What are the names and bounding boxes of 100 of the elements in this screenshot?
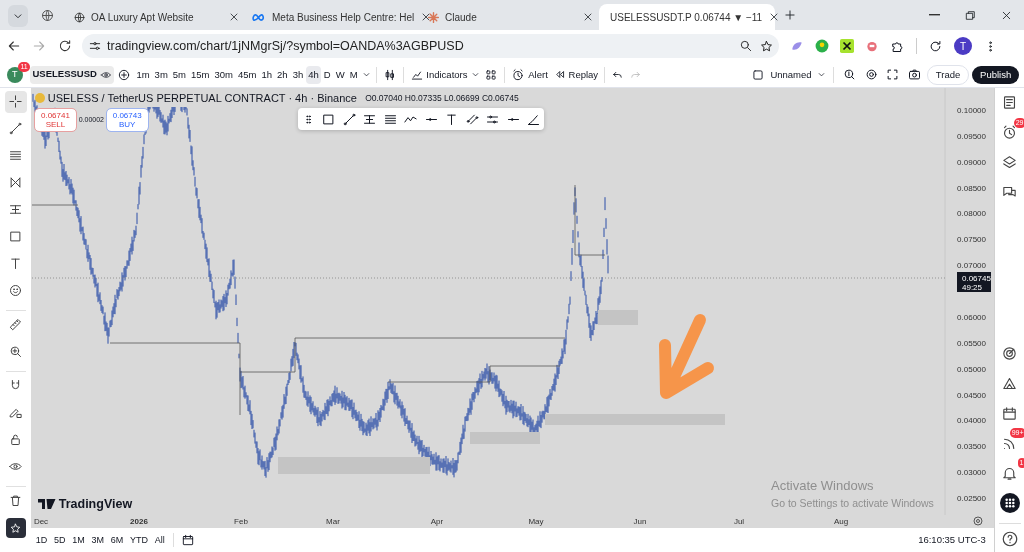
interval-button[interactable]: W	[333, 65, 347, 84]
clock-text[interactable]: 16:10:35 UTC-3	[918, 532, 986, 548]
smiley-icon	[8, 283, 23, 299]
text-tool-icon	[8, 256, 23, 272]
cross-icon[interactable]	[840, 39, 854, 53]
interval-button[interactable]: 1m	[134, 65, 152, 84]
settings-icon[interactable]	[973, 516, 983, 526]
publish-button[interactable]: Publish	[972, 65, 1020, 84]
price-label: 0.07000	[957, 261, 986, 271]
browser-tab[interactable]: USELESSUSDT.P 0.06744 ▼ −11	[599, 4, 775, 30]
globe-icon	[72, 10, 86, 24]
profile-avatar[interactable]: T	[954, 37, 972, 55]
grid-icon	[484, 67, 499, 82]
channel-icon[interactable]	[464, 111, 480, 127]
price-label: 0.04000	[957, 416, 986, 426]
price-label: 0.08500	[957, 183, 986, 193]
rectangle-icon[interactable]	[321, 111, 337, 127]
indicators-button[interactable]: Indicators	[407, 65, 470, 84]
help-icon	[1000, 530, 1019, 548]
layout-icon	[750, 67, 765, 82]
time-label: Feb	[234, 517, 248, 526]
buy-button[interactable]: 0.06743 BUY	[106, 109, 148, 132]
price-label: 0.06000	[957, 312, 986, 322]
star-icon	[9, 521, 22, 535]
refresh-icon[interactable]	[928, 38, 943, 54]
price-label: 0.05000	[957, 364, 986, 374]
time-label: Aug	[833, 517, 849, 526]
price-tag	[957, 272, 991, 292]
current-price: 0.06745	[962, 274, 991, 283]
interval-button[interactable]: 45m	[236, 65, 259, 84]
range-button[interactable]: 1M	[70, 531, 87, 549]
site-settings-icon	[87, 39, 102, 53]
interval-button[interactable]: 3m	[152, 65, 170, 84]
address-bar[interactable]: tradingview.com/chart/1jNMgrSj/?symbol=OANDA%3AGBPUSD	[82, 34, 779, 58]
price-label: 0.07500	[957, 235, 986, 245]
price-label: 0.08000	[957, 209, 986, 219]
bulb-icon[interactable]	[815, 39, 829, 53]
range-button[interactable]: 5D	[52, 531, 68, 549]
camera-icon	[907, 67, 923, 82]
restore-icon	[963, 8, 977, 22]
zoom-icon	[739, 39, 753, 53]
forward-arrow-icon	[31, 38, 47, 54]
calendar-icon	[181, 533, 196, 547]
price-label: 0.03500	[957, 442, 986, 452]
zoom-icon	[8, 344, 23, 360]
drawing-tool-button[interactable]	[4, 90, 27, 113]
browser-tab[interactable]: Claude	[421, 4, 599, 30]
price-label: 0.04500	[957, 390, 986, 400]
interval-button[interactable]: 2h	[275, 65, 290, 84]
spark-icon	[426, 10, 440, 24]
time-label: Jun	[633, 517, 647, 526]
logo-text: TradingView	[58, 496, 133, 513]
range-button[interactable]: 1D	[33, 531, 50, 549]
interval-button[interactable]: 3h	[290, 65, 306, 84]
symbol-title: USELESS / TetherUS PERPETUAL CONTRACT · 4h · Binance	[47, 90, 357, 107]
range-button[interactable]: 6M	[108, 531, 126, 549]
add-icon	[117, 67, 132, 82]
tab-title: USELESSUSDT.P 0.06744 ▼ −11	[610, 10, 763, 25]
browser-tab[interactable]: OA Luxury Apt Website	[67, 4, 245, 30]
price-label: 0.03000	[957, 468, 986, 478]
sell-button[interactable]: 0.06741 SELL	[35, 109, 76, 132]
interval-button[interactable]: 30m	[212, 65, 235, 84]
range-button[interactable]: YTD	[128, 531, 151, 549]
browser-tab[interactable]: Meta Business Help Centre: Hel	[245, 4, 421, 30]
time-label: 2026	[130, 517, 148, 526]
interval-button[interactable]: 15m	[189, 65, 212, 84]
watchlist-icon	[1001, 94, 1018, 112]
time-label: Apr	[430, 517, 444, 526]
alert-button[interactable]: Alert	[509, 65, 550, 84]
star-icon	[758, 38, 774, 54]
apps-button[interactable]	[997, 491, 1022, 515]
time-label: May	[528, 517, 544, 526]
logo-icon	[38, 499, 56, 510]
time-label: Jul	[733, 517, 745, 526]
replay-button[interactable]: Replay	[550, 65, 601, 84]
line-icon[interactable]	[341, 111, 357, 127]
interval-button[interactable]: 5m	[170, 65, 188, 84]
countdown: 49:25	[962, 283, 983, 292]
layout-button[interactable]: Unnamed	[748, 65, 814, 84]
favorites-button[interactable]	[5, 518, 26, 538]
interval-button[interactable]: D	[321, 65, 333, 84]
symbol-field[interactable]: USELESSUSD	[29, 65, 115, 84]
trash-icon	[8, 493, 23, 509]
blob-icon[interactable]	[790, 39, 804, 53]
interval-button[interactable]: M	[347, 65, 360, 84]
tab-title: Claude	[445, 10, 478, 25]
plus-icon	[783, 8, 797, 22]
calendar-icon	[1001, 404, 1018, 422]
range-button[interactable]: 3M	[89, 531, 107, 549]
interval-button[interactable]: 1h	[259, 65, 275, 84]
apps-icon	[999, 493, 1020, 513]
interval-button[interactable]: 4h	[306, 65, 321, 84]
alarm-clock-icon	[1001, 124, 1018, 142]
ruler-icon	[8, 317, 23, 333]
time-label: Dec	[33, 517, 49, 526]
trend-icon	[8, 121, 23, 137]
range-button[interactable]: All	[152, 531, 167, 549]
settings-icon	[863, 67, 879, 82]
price-label: 0.05500	[957, 338, 986, 348]
time-label: Mar	[326, 517, 340, 526]
